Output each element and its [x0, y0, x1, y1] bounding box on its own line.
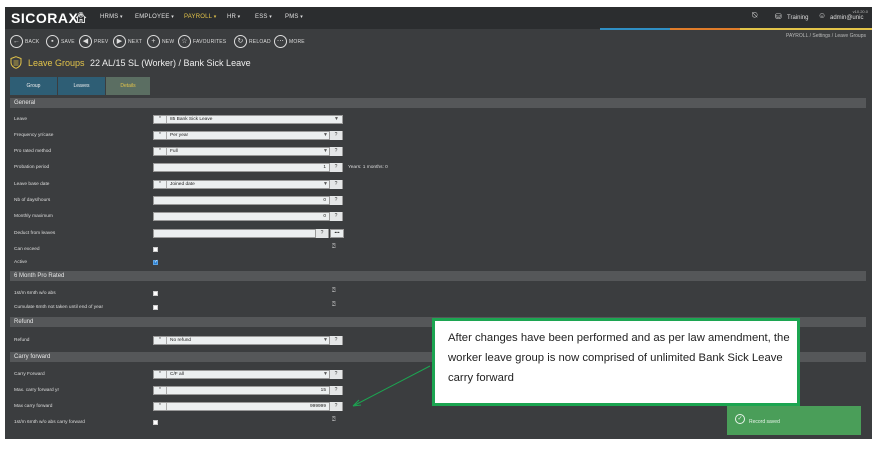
- annotation-callout: After changes have been performed and as…: [432, 318, 800, 406]
